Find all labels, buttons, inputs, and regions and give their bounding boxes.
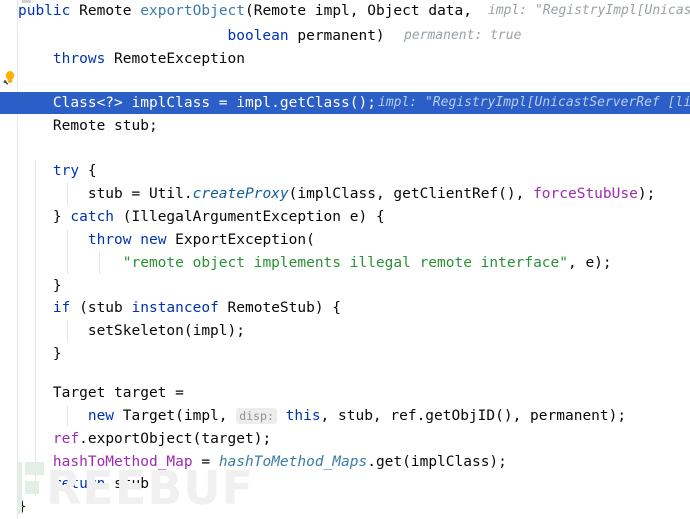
code-line[interactable]: Remote stub; [18, 115, 158, 137]
code-token: hashToMethod_Map [52, 454, 193, 470]
code-token: instanceof [131, 300, 219, 316]
code-token: = [192, 454, 219, 470]
code-token: , stub, ref.getObjID(), permanent); [320, 408, 627, 424]
code-token: exportObject [140, 3, 246, 19]
code-token: throws [52, 51, 106, 67]
code-token: permanent) [288, 28, 385, 44]
code-line[interactable]: ref.exportObject(target); [18, 428, 271, 450]
code-token: } [18, 209, 71, 225]
inline-parameter-hint: permanent: true [404, 28, 522, 43]
code-line[interactable]: public Remote exportObject(Remote impl, … [18, 0, 472, 22]
code-token: this [285, 408, 321, 424]
code-token: Remote stub; [18, 118, 158, 134]
code-token: "remote object implements illegal remote… [122, 255, 568, 271]
code-token: (IllegalArgumentException e) { [114, 209, 385, 225]
code-token: ); [637, 186, 656, 202]
code-line[interactable]: return stub; [18, 473, 158, 495]
code-token: ref [52, 431, 80, 447]
code-token: disp: [236, 408, 277, 424]
code-token: createProxy [192, 186, 289, 202]
code-line[interactable]: setSkeleton(impl); [18, 320, 245, 342]
code-token: stub = Util. [18, 186, 193, 202]
code-editor[interactable]: public Remote exportObject(Remote impl, … [0, 0, 690, 519]
code-token: } [18, 499, 27, 515]
code-line[interactable]: if (stub instanceof RemoteStub) { [18, 297, 341, 319]
code-token: RemoteException [105, 51, 245, 67]
gutter-current-line-marker [0, 92, 18, 114]
code-token: if [52, 300, 71, 316]
code-token: new [140, 232, 167, 248]
scroll-artifact [22, 0, 31, 3]
code-surface[interactable]: public Remote exportObject(Remote impl, … [18, 0, 690, 519]
code-line[interactable]: } [18, 496, 27, 518]
code-token: .get(implClass); [367, 454, 507, 470]
inline-parameter-hint: impl: "RegistryImpl[UnicastSer [488, 3, 690, 18]
code-line[interactable]: throw new ExportException( [18, 229, 315, 251]
code-token: { [79, 163, 97, 179]
code-line[interactable]: } catch (IllegalArgumentException e) { [18, 206, 385, 228]
code-token: stub; [105, 476, 158, 492]
editor-gutter[interactable] [0, 0, 18, 519]
code-token: public [18, 3, 71, 19]
lightbulb-wrench-icon[interactable] [3, 70, 17, 86]
code-line[interactable]: } [18, 343, 62, 365]
code-token: forceStubUse [533, 186, 638, 202]
code-token: } [18, 346, 62, 362]
code-line[interactable]: throws RemoteException [18, 48, 245, 70]
code-line[interactable]: "remote object implements illegal remote… [18, 252, 612, 274]
code-token: Remote [79, 3, 132, 19]
inline-parameter-hint: impl: "RegistryImpl[UnicastServerRef [li… [378, 95, 690, 110]
code-line[interactable]: try { [18, 160, 97, 182]
code-token: RemoteStub) { [218, 300, 342, 316]
code-line[interactable]: Target target = [18, 382, 184, 404]
code-token: new [87, 408, 115, 424]
code-token: (implClass, getClientRef(), [288, 186, 534, 202]
code-token: (stub [70, 300, 132, 316]
code-line[interactable]: stub = Util.createProxy(implClass, getCl… [18, 183, 655, 205]
code-token: (Remote impl, Object data, [245, 3, 472, 19]
code-line[interactable]: new Target(impl, disp: this, stub, ref.g… [18, 405, 626, 427]
code-token: setSkeleton(impl); [18, 323, 245, 339]
code-line[interactable]: Class<?> implClass = impl.getClass(); [18, 92, 376, 114]
code-line[interactable]: } [18, 275, 62, 297]
code-line[interactable]: hashToMethod_Map = hashToMethod_Maps.get… [18, 451, 507, 473]
code-token: catch [70, 209, 115, 225]
code-token: hashToMethod_Maps [218, 454, 368, 470]
code-token: throw [87, 232, 132, 248]
code-line[interactable]: boolean permanent) [18, 25, 385, 47]
code-token: boolean [227, 28, 289, 44]
code-token: ExportException( [166, 232, 315, 248]
code-token: try [52, 163, 80, 179]
code-token: Class<?> implClass = impl.getClass(); [18, 95, 376, 111]
code-token: Target(impl, [114, 408, 237, 424]
code-token: } [18, 278, 62, 294]
code-token: return [52, 476, 106, 492]
code-token: , e); [567, 255, 612, 271]
code-token: .exportObject(target); [79, 431, 272, 447]
code-token: Target target = [18, 385, 184, 401]
